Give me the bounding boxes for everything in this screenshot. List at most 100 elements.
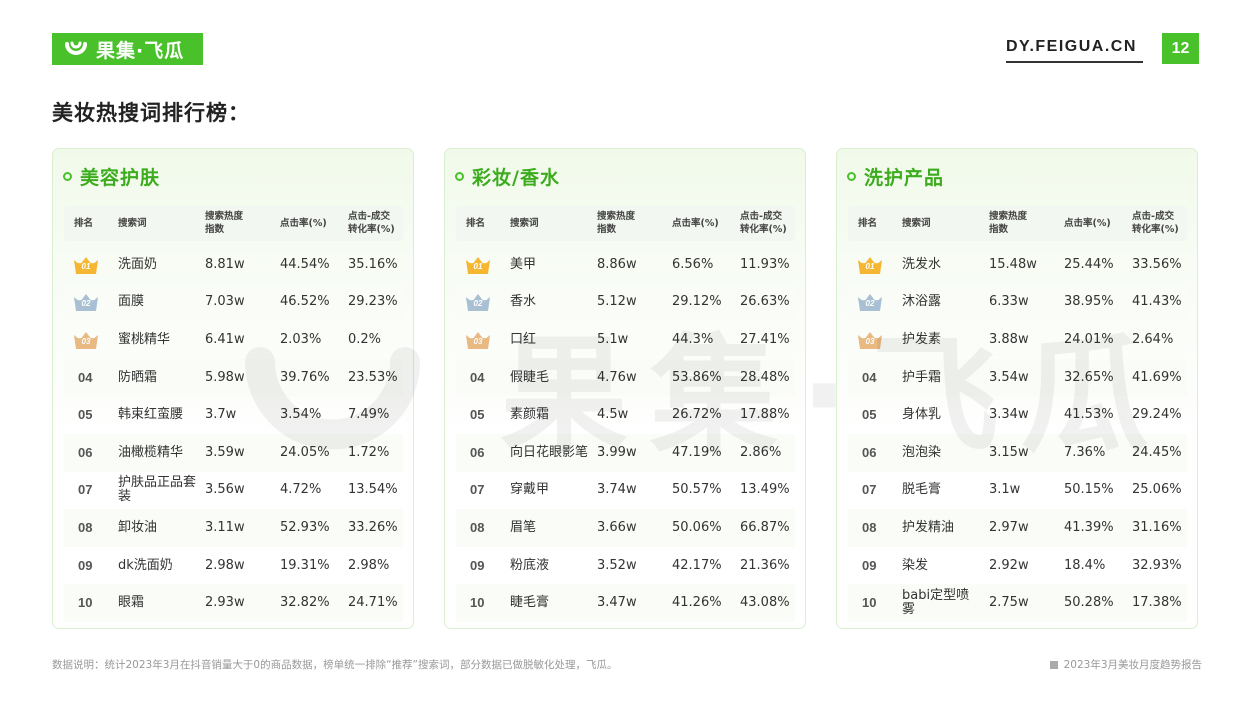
conversion-rate: 41.43% [1132,294,1182,310]
site-url: DY.FEIGUA.CN [1006,38,1137,55]
search-heat: 4.76w [597,369,637,385]
rank-number: 06 [470,444,485,460]
click-rate: 50.57% [672,482,722,498]
conversion-rate: 33.56% [1132,256,1182,272]
table-row: 03 护发素 3.88w 24.01% 2.64% [848,321,1187,359]
col-rank: 排名 [466,218,486,229]
search-heat: 2.75w [989,595,1029,611]
click-rate: 39.76% [280,369,330,385]
col-heat-line1: 搜索热度 [989,211,1028,222]
table-row: 06 泡泡染 3.15w 7.36% 24.45% [848,434,1187,472]
table-row: 10 眼霜 2.93w 32.82% 24.71% [64,584,403,622]
report-title: 2023年3月美妆月度趋势报告 [1063,659,1202,671]
keyword: 向日花眼影笔 [510,444,589,460]
table-row: 05 素颜霜 4.5w 26.72% 17.88% [456,396,795,434]
col-heat-line1: 搜索热度 [205,211,244,222]
click-rate: 19.31% [280,557,330,573]
rank-number: 08 [470,519,485,535]
click-rate: 50.15% [1064,482,1114,498]
rank-number: 05 [862,407,877,423]
rank-number: 09 [470,557,485,573]
keyword: 睫毛膏 [510,595,550,611]
table-row: 03 蜜桃精华 6.41w 2.03% 0.2% [64,321,403,359]
search-heat: 2.98w [205,557,245,573]
logo-text: 果集·飞瓜 [96,39,185,62]
click-rate: 24.05% [280,444,330,460]
keyword: 洗发水 [902,256,942,272]
conversion-rate: 29.24% [1132,407,1182,423]
table-row: 02 面膜 7.03w 46.52% 29.23% [64,283,403,322]
ranking-card: 美容护肤 排名 搜索词 搜索热度 指数 点击率(%) 点击-成交 转化率(%) 01 洗面奶 8.8… [52,148,414,629]
search-heat: 3.11w [205,519,245,535]
col-keyword: 搜索词 [510,218,539,229]
table-row: 08 护发精油 2.97w 41.39% 31.16% [848,509,1187,547]
conversion-rate: 25.06% [1132,482,1182,498]
keyword: 穿戴甲 [510,482,550,498]
search-heat: 2.93w [205,595,245,611]
col-heat-line2: 指数 [597,224,617,235]
keyword: 身体乳 [902,407,942,423]
table-row: 08 卸妆油 3.11w 52.93% 33.26% [64,509,403,547]
brand-logo: 果集·飞瓜 [52,33,203,65]
table-row: 01 洗发水 15.48w 25.44% 33.56% [848,246,1187,284]
data-note: 数据说明：统计2023年3月在抖音销量大于0的商品数据，榜单统一排除“推荐”搜索… [52,659,618,671]
table-row: 10 babi定型喷雾 2.75w 50.28% 17.38% [848,584,1187,622]
card-header: 洗护产品 [847,163,944,189]
table-row: 09 粉底液 3.52w 42.17% 21.36% [456,547,795,585]
table-row: 06 向日花眼影笔 3.99w 47.19% 2.86% [456,434,795,472]
table-row: 08 眉笔 3.66w 50.06% 66.87% [456,509,795,547]
col-rank: 排名 [858,218,878,229]
rank-number: 01 [81,261,91,271]
keyword: 防晒霜 [118,369,158,385]
conversion-rate: 29.23% [348,294,398,310]
rank-number: 02 [865,299,875,309]
keyword: 假睫毛 [510,369,550,385]
table-header: 排名 搜索词 搜索热度指数 点击率(%) 点击-成交转化率(%) [456,206,795,241]
click-rate: 44.54% [280,256,330,272]
click-rate: 44.3% [672,331,714,347]
conversion-rate: 21.36% [740,557,790,573]
crown-medal-icon: 03 [464,330,492,350]
keyword: 韩束红蛮腰 [118,407,184,423]
table-row: 01 洗面奶 8.81w 44.54% 35.16% [64,246,403,284]
crown-medal-icon: 01 [72,255,100,275]
keyword: dk洗面奶 [118,557,173,573]
col-heat-line1: 搜索热度 [597,211,636,222]
keyword: 面膜 [118,294,145,310]
keyword: 眼霜 [118,595,145,611]
table-header: 排名 搜索词 搜索热度 指数 点击率(%) 点击-成交 转化率(%) [848,206,1187,241]
col-ctr: 点击率(%) [672,218,719,229]
keyword: 油橄榄精华 [118,444,184,460]
search-heat: 4.5w [597,407,629,423]
col-conv-line2: 转化率(%) [740,224,787,235]
logo-mark-icon [65,41,87,55]
click-rate: 24.01% [1064,331,1114,347]
table-row: 06 油橄榄精华 3.59w 24.05% 1.72% [64,434,403,472]
crown-medal-icon: 03 [856,330,884,350]
click-rate: 46.52% [280,294,330,310]
card-title: 美容护肤 [80,166,161,189]
search-heat: 8.86w [597,256,637,272]
click-rate: 32.65% [1064,369,1114,385]
search-heat: 2.97w [989,519,1029,535]
conversion-rate: 24.71% [348,595,398,611]
col-conv-line1: 点击-成交 [740,211,782,222]
crown-medal-icon: 01 [856,255,884,275]
table-row: 02 香水 5.12w 29.12% 26.63% [456,283,795,322]
search-heat: 3.66w [597,519,637,535]
bullet-icon [63,171,72,181]
click-rate: 42.17% [672,557,722,573]
rank-number: 10 [862,595,877,611]
card-title: 洗护产品 [864,166,945,189]
conversion-rate: 24.45% [1132,444,1182,460]
keyword: 护手霜 [902,369,942,385]
table-row: 02 沐浴露 6.33w 38.95% 41.43% [848,283,1187,322]
col-rank: 排名 [74,218,94,229]
conversion-rate: 33.26% [348,519,398,535]
rank-number: 08 [78,519,93,535]
keyword: 美甲 [510,256,537,272]
rank-number: 04 [470,369,485,385]
rank-number: 05 [78,407,93,423]
rank-number: 02 [473,299,483,309]
keyword: 蜜桃精华 [118,331,171,347]
